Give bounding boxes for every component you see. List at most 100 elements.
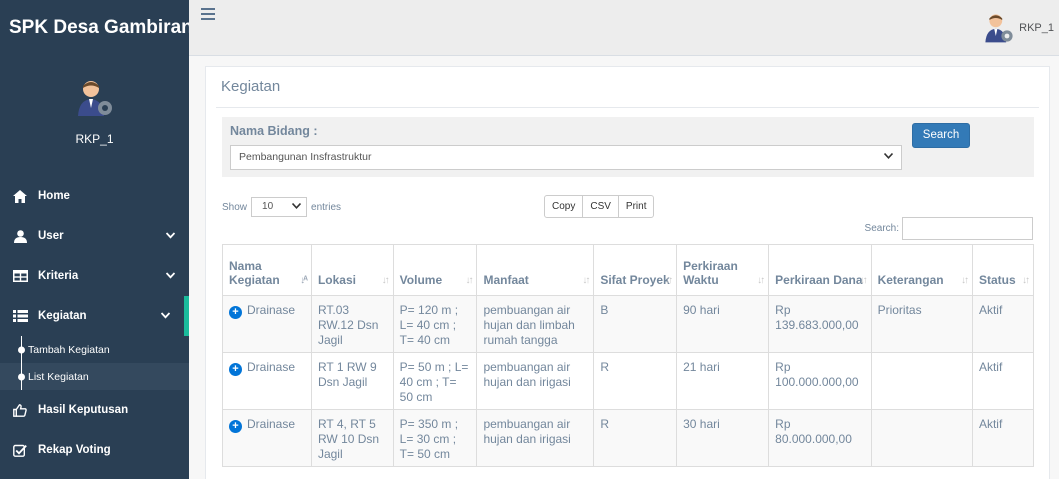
sort-icon: ↓↑: [582, 275, 590, 286]
cell-waktu: 90 hari: [676, 295, 770, 353]
user-menu[interactable]: RKP_1: [983, 12, 1054, 44]
cell-volume: P= 350 m ; L= 30 cm ; T= 50 cm: [392, 409, 478, 467]
chevron-down-icon: [160, 311, 171, 322]
table-row[interactable]: + Drainase RT 1 RW 9 Dsn Jagil P= 50 m ; …: [222, 352, 1035, 410]
search-label: Search:: [864, 223, 899, 234]
column-header-label: Volume: [399, 273, 443, 287]
submenu-item-list-kegiatan[interactable]: List Kegiatan: [0, 363, 189, 390]
sidebar-item-kriteria[interactable]: Kriteria: [0, 256, 189, 296]
sidebar-item-label: Rekap Voting: [38, 444, 111, 456]
cell-nama: + Drainase: [222, 352, 312, 410]
sidebar-item-user[interactable]: User: [0, 216, 189, 256]
chevron-down-icon: [291, 201, 302, 211]
cell-status: Aktif: [971, 295, 1035, 353]
sidebar: SPK Desa Gambiran RKP_1 Home User Kriter…: [0, 0, 193, 479]
submenu-item-tambah-kegiatan[interactable]: Tambah Kegiatan: [0, 336, 189, 363]
cell-keterangan: [870, 352, 973, 410]
table-icon: [12, 269, 28, 283]
cell-dana: Rp 139.683.000,00: [768, 295, 872, 353]
column-header[interactable]: Perkiraan Dana ↓↑: [768, 244, 872, 296]
copy-button[interactable]: Copy: [544, 195, 584, 218]
cell-sifat: B: [593, 295, 678, 353]
cell-lokasi: RT.03 RW.12 Dsn Jagil: [310, 295, 394, 353]
column-header-label: Nama Kegiatan: [229, 259, 280, 287]
column-header[interactable]: Perkiraan Waktu ↓↑: [676, 244, 770, 296]
expand-row-icon[interactable]: +: [229, 420, 242, 433]
sidebar-item-label: Kegiatan: [38, 310, 87, 322]
avatar: [77, 81, 112, 116]
expand-row-icon[interactable]: +: [229, 306, 242, 319]
cell-volume: P= 50 m ; L= 40 cm ; T= 50 cm: [392, 352, 478, 410]
brand-title[interactable]: SPK Desa Gambiran: [9, 17, 193, 39]
submenu-item-label: Tambah Kegiatan: [28, 343, 110, 356]
column-header-label: Keterangan: [877, 273, 944, 287]
profile: RKP_1: [0, 56, 189, 176]
submenu-item-label: List Kegiatan: [28, 370, 89, 383]
bullet-icon: [18, 373, 25, 380]
search-input[interactable]: [902, 217, 1033, 240]
cell-lokasi: RT 4, RT 5 RW 10 Dsn Jagil: [310, 409, 394, 467]
column-header[interactable]: Sifat Proyek ↓↑: [593, 244, 678, 296]
sidebar-item-home[interactable]: Home: [0, 176, 189, 216]
check-square-icon: [12, 443, 28, 457]
table-header-row: Nama Kegiatan ↓ᴬ Lokasi ↓↑ Volume ↓↑ Manfaa…: [222, 244, 1035, 296]
table-row[interactable]: + Drainase RT.03 RW.12 Dsn Jagil P= 120 m…: [222, 295, 1035, 353]
sidebar-item-rekap-voting[interactable]: Rekap Voting: [0, 430, 189, 470]
sort-icon: ↓↑: [859, 275, 868, 286]
page-title: Kegiatan: [221, 78, 281, 95]
sidebar-item-hasil-keputusan[interactable]: Hasil Keputusan: [0, 390, 189, 430]
sort-asc-icon: ↓ᴬ: [300, 275, 308, 286]
thumbs-up-icon: [12, 403, 28, 417]
column-header-label: Manfaat: [483, 273, 529, 287]
sidebar-item-label: Kriteria: [38, 270, 79, 282]
sidebar-menu: Home User Kriteria Kegiatan: [0, 176, 189, 336]
expand-row-icon[interactable]: +: [229, 363, 242, 376]
chevron-down-icon: [883, 151, 894, 161]
cell-manfaat: pembuangan air hujan dan irigasi: [476, 409, 595, 467]
cell-nama: + Drainase: [222, 295, 312, 353]
profile-name: RKP_1: [75, 132, 114, 146]
sidebar-menu-bottom: Hasil Keputusan Rekap Voting: [0, 390, 189, 470]
cell-nama: + Drainase: [222, 409, 312, 467]
sidebar-item-label: Home: [38, 190, 70, 202]
column-header[interactable]: Volume ↓↑: [392, 244, 478, 296]
bidang-select[interactable]: Pembangunan Insfrastruktur: [230, 145, 902, 170]
cell-keterangan: Prioritas: [870, 295, 973, 353]
sidebar-item-label: Hasil Keputusan: [38, 404, 129, 416]
column-header[interactable]: Lokasi ↓↑: [310, 244, 394, 296]
chevron-down-icon: [165, 231, 176, 242]
column-header[interactable]: Keterangan ↓↑: [870, 244, 973, 296]
sort-icon: ↓↑: [665, 275, 673, 286]
print-button[interactable]: Print: [617, 195, 655, 218]
cell-waktu: 21 hari: [676, 352, 770, 410]
sort-icon: ↓↑: [960, 275, 969, 286]
avatar: [985, 14, 1013, 43]
column-header-label: Sifat Proyek: [600, 273, 670, 287]
bullet-icon: [18, 346, 25, 353]
table-row[interactable]: + Drainase RT 4, RT 5 RW 10 Dsn Jagil P= …: [222, 409, 1035, 467]
entries-label: entries: [311, 201, 342, 213]
entries-select[interactable]: 10: [251, 197, 308, 217]
cell-text: Drainase: [247, 303, 296, 317]
cell-volume: P= 120 m ; L= 40 cm ; T= 40 cm: [392, 295, 478, 353]
cell-manfaat: pembuangan air hujan dan irigasi: [476, 352, 595, 410]
cell-text: Drainase: [247, 360, 296, 374]
column-header-label: Perkiraan Waktu: [683, 259, 738, 287]
kegiatan-table: Nama Kegiatan ↓ᴬ Lokasi ↓↑ Volume ↓↑ Manfaa…: [222, 244, 1035, 467]
column-header-label: Status: [978, 273, 1016, 287]
column-header[interactable]: Manfaat ↓↑: [476, 244, 595, 296]
brand[interactable]: SPK Desa Gambiran: [0, 0, 193, 56]
sort-icon: ↓↑: [757, 275, 765, 286]
divider: [216, 107, 1039, 108]
csv-button[interactable]: CSV: [582, 195, 619, 218]
column-header[interactable]: Nama Kegiatan ↓ᴬ: [222, 244, 312, 296]
search-button[interactable]: Search: [912, 123, 970, 148]
menu-toggle-icon[interactable]: [201, 8, 215, 20]
sort-icon: ↓↑: [381, 275, 390, 286]
cell-sifat: R: [593, 352, 678, 410]
sidebar-item-kegiatan[interactable]: Kegiatan: [0, 296, 189, 336]
entries-length: Show 10 entries: [222, 197, 341, 217]
cell-waktu: 30 hari: [676, 409, 770, 467]
column-header[interactable]: Status ↓↑: [971, 244, 1035, 296]
top-navbar: RKP_1: [189, 0, 1059, 56]
